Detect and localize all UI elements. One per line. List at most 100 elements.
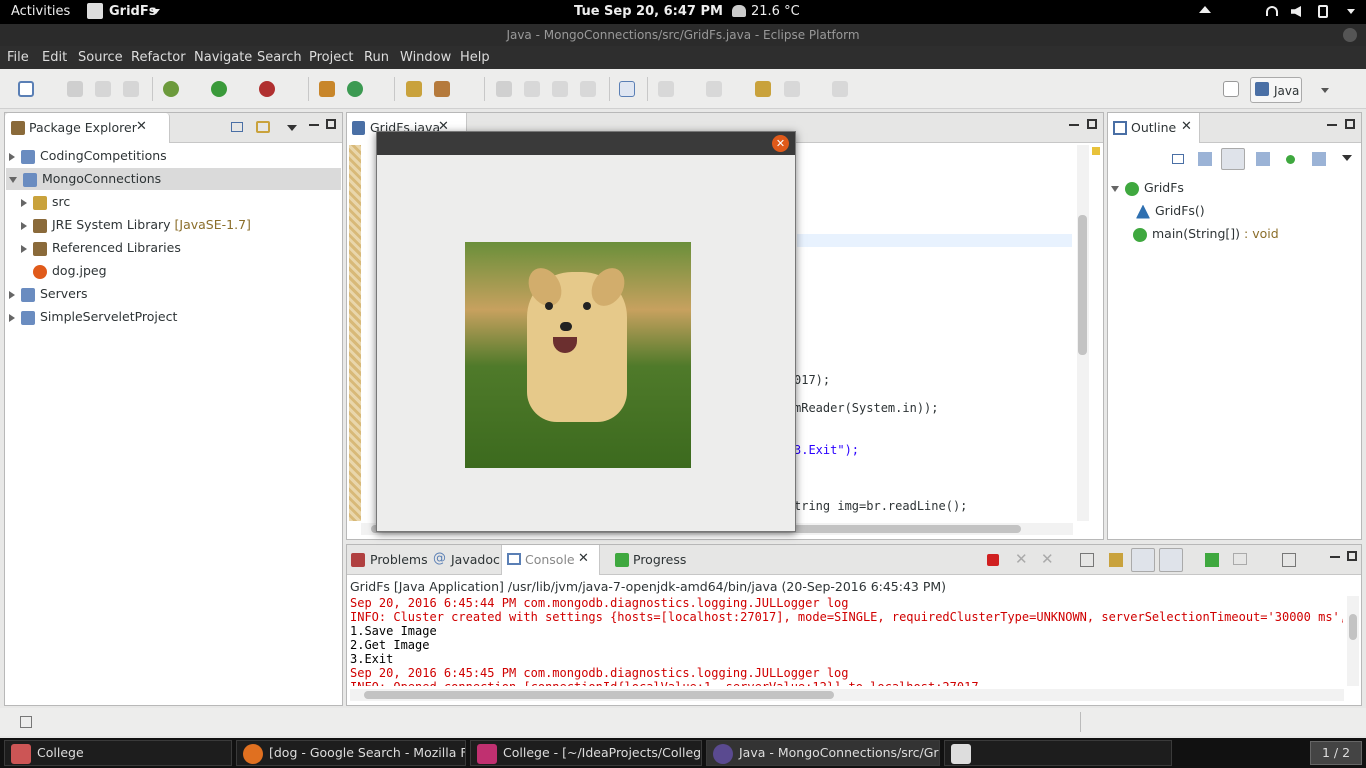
minimize-icon[interactable] (1069, 124, 1079, 126)
task-firefox[interactable]: [dog - Google Search - Mozilla Fi... (236, 740, 466, 766)
menu-refactor[interactable]: Refactor (131, 50, 186, 65)
code-line[interactable]: tring img=br.readLine(); (794, 499, 967, 513)
outline-item-class[interactable]: GridFs (1111, 177, 1184, 199)
display-console-icon[interactable] (1233, 553, 1247, 565)
wifi-icon[interactable] (1266, 6, 1278, 16)
fast-view-icon[interactable] (20, 716, 32, 728)
save-all-icon[interactable] (95, 81, 111, 97)
print-icon[interactable] (123, 81, 139, 97)
block-selection-icon[interactable] (552, 81, 568, 97)
minimize-icon[interactable] (1330, 556, 1340, 558)
hide-local-types-icon[interactable] (1312, 152, 1326, 166)
pin-console-icon[interactable] (1205, 553, 1219, 567)
collapse-all-icon[interactable] (231, 122, 243, 132)
open-perspective-icon[interactable] (1223, 81, 1239, 97)
debug-icon[interactable] (163, 81, 179, 97)
tab-problems[interactable]: Problems (347, 545, 429, 575)
weather-temp[interactable]: 21.6 °C (751, 4, 800, 19)
maximize-icon[interactable] (326, 119, 336, 129)
tab-console[interactable]: Console ✕ (501, 545, 600, 575)
show-on-stderr-icon[interactable] (1159, 548, 1183, 572)
scrollbar-thumb[interactable] (364, 691, 834, 699)
pin-icon[interactable] (619, 81, 635, 97)
close-icon[interactable]: ✕ (578, 551, 589, 566)
code-line[interactable]: mReader(System.in)); (794, 401, 939, 415)
hide-nonpublic-icon[interactable] (1286, 155, 1295, 164)
toggle-mark-icon[interactable] (496, 81, 512, 97)
remove-launch-icon[interactable]: ✕ (1015, 550, 1028, 568)
scrollbar-thumb[interactable] (1078, 215, 1087, 355)
perspective-menu-chevron-icon[interactable] (1321, 88, 1329, 93)
vertical-scrollbar[interactable] (1077, 145, 1089, 521)
run-icon[interactable] (211, 81, 227, 97)
terminate-icon[interactable] (987, 554, 999, 566)
back-icon[interactable] (784, 81, 800, 97)
menu-search[interactable]: Search (257, 50, 302, 65)
hide-fields-icon[interactable] (1221, 148, 1245, 170)
open-console-icon[interactable] (1282, 553, 1296, 567)
menu-run[interactable]: Run (364, 50, 389, 65)
next-annotation-icon[interactable] (658, 81, 674, 97)
tree-item-simpleserveletproject[interactable]: SimpleServeletProject (9, 306, 177, 328)
dialog-titlebar[interactable]: ✕ (377, 132, 795, 155)
task-eclipse[interactable]: Java - MongoConnections/src/Gri... (706, 740, 940, 766)
window-close-icon[interactable] (1343, 28, 1357, 42)
new-java-project-icon[interactable] (319, 81, 335, 97)
menu-file[interactable]: File (7, 50, 29, 65)
tab-package-explorer[interactable]: Package Explorer ✕ (5, 113, 170, 143)
remove-all-icon[interactable]: ✕ (1041, 550, 1054, 568)
clear-console-icon[interactable] (1080, 553, 1094, 567)
menu-project[interactable]: Project (309, 50, 353, 65)
forward-icon[interactable] (832, 81, 848, 97)
volume-icon[interactable] (1291, 6, 1301, 17)
app-menu[interactable]: GridFs (109, 4, 156, 19)
clock[interactable]: Tue Sep 20, 6:47 PM (574, 4, 723, 19)
code-line[interactable]: 3.Exit"); (794, 443, 859, 457)
image-viewer-window[interactable]: ✕ (376, 131, 796, 532)
minimize-icon[interactable] (1327, 124, 1337, 126)
menu-window[interactable]: Window (400, 50, 451, 65)
view-menu-icon[interactable] (1342, 155, 1352, 161)
system-menu-chevron-icon[interactable] (1347, 9, 1355, 14)
prev-annotation-icon[interactable] (706, 81, 722, 97)
tree-item-codingcompetitions[interactable]: CodingCompetitions (9, 145, 167, 167)
tab-progress[interactable]: Progress (613, 545, 693, 575)
tab-outline[interactable]: Outline ✕ (1108, 113, 1200, 143)
show-whitespace-icon[interactable] (580, 81, 596, 97)
dialog-close-icon[interactable]: ✕ (772, 135, 789, 152)
battery-icon[interactable] (1318, 5, 1328, 18)
eject-icon[interactable] (1199, 6, 1211, 13)
open-type-icon[interactable] (406, 81, 422, 97)
minimize-icon[interactable] (309, 124, 319, 126)
outline-item-constructor[interactable]: GridFs() (1136, 200, 1205, 222)
code-line[interactable]: 017); (794, 373, 830, 387)
java-perspective-button[interactable]: Java (1250, 77, 1302, 103)
view-menu-icon[interactable] (287, 125, 297, 131)
maximize-icon[interactable] (1345, 119, 1355, 129)
horizontal-scrollbar[interactable] (350, 689, 1344, 701)
activities-button[interactable]: Activities (11, 4, 70, 19)
maximize-icon[interactable] (1347, 551, 1357, 561)
close-icon[interactable]: ✕ (136, 119, 147, 134)
task-intellij[interactable]: College - [~/IdeaProjects/College... (470, 740, 702, 766)
search-icon[interactable] (434, 81, 450, 97)
outline-item-main[interactable]: main(String[]) : void (1133, 223, 1279, 245)
new-class-icon[interactable] (347, 81, 363, 97)
overview-ruler-marker[interactable] (1092, 147, 1100, 155)
tree-item-dog-jpeg[interactable]: dog.jpeg (33, 260, 107, 282)
tree-item-referenced-libraries[interactable]: Referenced Libraries (21, 237, 181, 259)
scroll-lock-icon[interactable] (1109, 553, 1123, 567)
tree-item-servers[interactable]: Servers (9, 283, 88, 305)
console-output[interactable]: Sep 20, 2016 6:45:44 PM com.mongodb.diag… (350, 596, 1343, 686)
menu-source[interactable]: Source (78, 50, 123, 65)
tree-item-jre[interactable]: JRE System Library [JavaSE-1.7] (21, 214, 251, 236)
task-java-app[interactable] (944, 740, 1172, 766)
vertical-scrollbar[interactable] (1347, 596, 1359, 686)
close-icon[interactable]: ✕ (1181, 119, 1192, 134)
scrollbar-thumb[interactable] (1349, 614, 1357, 640)
menu-navigate[interactable]: Navigate (194, 50, 252, 65)
tree-item-mongoconnections[interactable]: MongoConnections (6, 168, 341, 190)
hide-static-icon[interactable] (1256, 152, 1270, 166)
menu-help[interactable]: Help (460, 50, 490, 65)
tree-item-src[interactable]: src (21, 191, 70, 213)
